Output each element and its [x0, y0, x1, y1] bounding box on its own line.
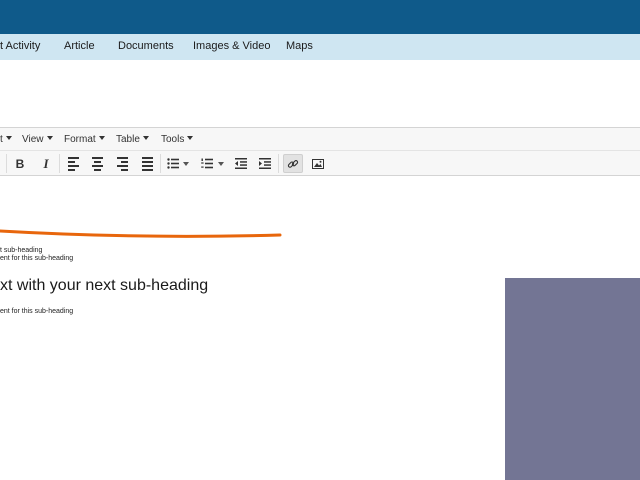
toolbar-divider [6, 154, 7, 173]
chevron-down-icon [142, 136, 149, 140]
outdent-icon [235, 158, 247, 169]
annotation-underline [0, 229, 282, 238]
app-window: t Activity Article Documents Images & Vi… [0, 0, 640, 480]
editor-menu-bar: t View Format Table Tools [0, 127, 640, 151]
bullet-list-button[interactable] [166, 155, 190, 172]
indent-icon [259, 158, 271, 169]
link-button[interactable] [283, 154, 303, 173]
body-text-line: ent for this sub-heading [0, 255, 74, 262]
chevron-down-icon [5, 136, 12, 140]
insert-image-button[interactable] [311, 155, 325, 172]
chevron-down-icon[interactable] [217, 161, 224, 166]
menu-insert[interactable]: t [0, 134, 12, 145]
nav-tab-documents[interactable]: Documents [118, 40, 174, 52]
bold-button[interactable]: B [12, 155, 28, 172]
menu-tools[interactable]: Tools [161, 134, 194, 145]
image-placeholder [505, 278, 640, 480]
indent-button[interactable] [258, 155, 272, 172]
menu-table-label: Table [116, 134, 140, 145]
align-justify-icon [141, 156, 153, 171]
toolbar-divider [160, 154, 161, 173]
menu-view-label: View [22, 134, 44, 145]
body-text-line: t sub-heading [0, 247, 43, 254]
outdent-button[interactable] [234, 155, 248, 172]
numbered-list-button[interactable] [199, 155, 225, 172]
menu-table[interactable]: Table [116, 134, 149, 145]
chevron-down-icon [46, 136, 53, 140]
align-left-icon [67, 156, 79, 171]
align-right-button[interactable] [115, 155, 129, 172]
chevron-down-icon[interactable] [183, 161, 189, 166]
toolbar-divider [278, 154, 279, 173]
menu-view[interactable]: View [22, 134, 53, 145]
menu-tools-label: Tools [161, 134, 185, 145]
align-right-icon [116, 156, 128, 171]
nav-tabs: t Activity Article Documents Images & Vi… [0, 34, 640, 60]
menu-insert-label: t [0, 134, 3, 145]
nav-tab-maps[interactable]: Maps [286, 40, 313, 52]
nav-tab-activity[interactable]: t Activity [0, 40, 40, 52]
toolbar-divider [59, 154, 60, 173]
menu-format[interactable]: Format [64, 134, 105, 145]
align-justify-button[interactable] [140, 155, 154, 172]
chevron-down-icon [98, 136, 105, 140]
chevron-down-icon [187, 136, 194, 140]
bullet-list-icon [167, 158, 179, 169]
numbered-list-icon [200, 158, 213, 169]
top-banner [0, 0, 640, 34]
menu-format-label: Format [64, 134, 96, 145]
nav-tab-article[interactable]: Article [64, 40, 95, 52]
editor-toolbar: B I [0, 151, 640, 176]
sub-heading: xt with your next sub-heading [0, 277, 209, 294]
link-icon [287, 159, 299, 168]
image-icon [312, 158, 324, 169]
body-text-line: ent for this sub-heading [0, 308, 74, 315]
nav-tab-images-video[interactable]: Images & Video [193, 40, 270, 52]
align-left-button[interactable] [66, 155, 80, 172]
align-center-icon [91, 156, 103, 171]
italic-button[interactable]: I [38, 155, 54, 172]
align-center-button[interactable] [90, 155, 104, 172]
